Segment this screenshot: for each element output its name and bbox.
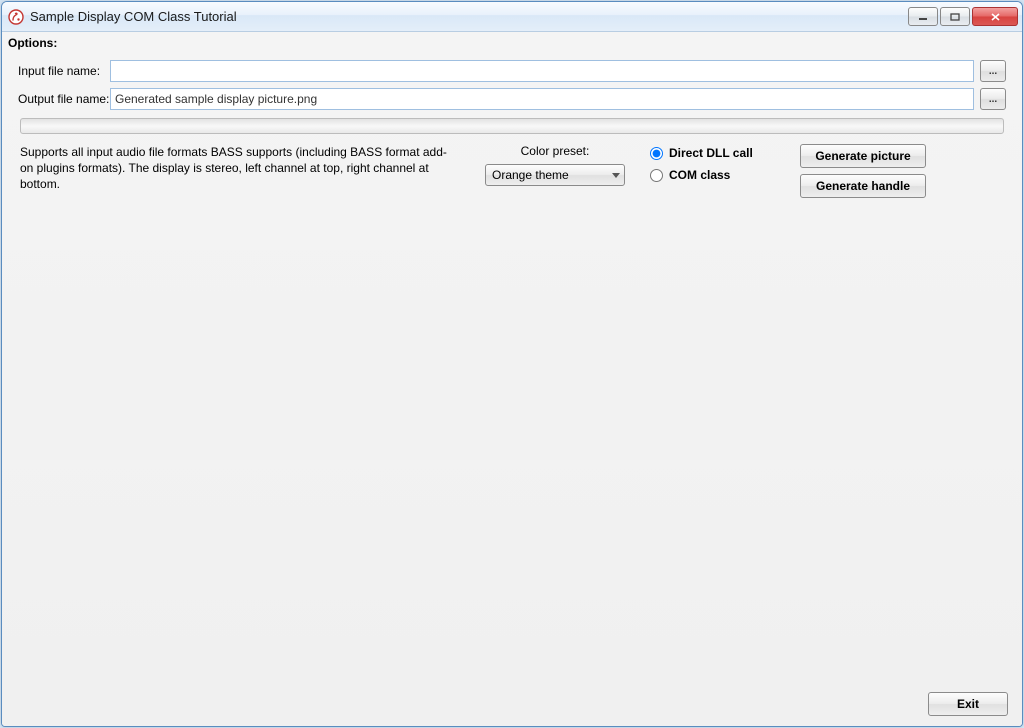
close-button[interactable]: [972, 7, 1018, 26]
output-file-field[interactable]: [110, 88, 974, 110]
call-mode-group: Direct DLL call COM class: [650, 144, 780, 198]
radio-direct-dll[interactable]: Direct DLL call: [650, 146, 780, 160]
color-preset-select-wrap: Orange theme: [485, 164, 625, 186]
input-file-field[interactable]: [110, 60, 974, 82]
radio-com-class[interactable]: COM class: [650, 168, 780, 182]
minimize-button[interactable]: [908, 7, 938, 26]
lower-section: Supports all input audio file formats BA…: [18, 144, 1006, 198]
generate-picture-button[interactable]: Generate picture: [800, 144, 926, 168]
input-browse-button[interactable]: ...: [980, 60, 1006, 82]
footer: Exit: [8, 688, 1016, 720]
color-preset-label: Color preset:: [521, 144, 590, 158]
options-panel: Input file name: ... Output file name: .…: [8, 56, 1016, 206]
app-icon: [8, 9, 24, 25]
color-preset-column: Color preset: Orange theme: [480, 144, 630, 198]
window-title: Sample Display COM Class Tutorial: [30, 9, 906, 24]
generate-handle-button[interactable]: Generate handle: [800, 174, 926, 198]
titlebar[interactable]: Sample Display COM Class Tutorial: [2, 2, 1022, 32]
output-file-row: Output file name: ...: [18, 88, 1006, 110]
action-button-column: Generate picture Generate handle: [800, 144, 926, 198]
window-controls: [906, 7, 1018, 26]
maximize-button[interactable]: [940, 7, 970, 26]
radio-direct-dll-input[interactable]: [650, 147, 663, 160]
exit-button[interactable]: Exit: [928, 692, 1008, 716]
input-file-label: Input file name:: [18, 64, 110, 78]
description-text: Supports all input audio file formats BA…: [20, 144, 460, 198]
radio-com-class-label: COM class: [669, 168, 730, 182]
radio-direct-dll-label: Direct DLL call: [669, 146, 753, 160]
content-area: Options: Input file name: ... Output fil…: [2, 32, 1022, 726]
radio-com-class-input[interactable]: [650, 169, 663, 182]
input-file-row: Input file name: ...: [18, 60, 1006, 82]
color-preset-select[interactable]: Orange theme: [485, 164, 625, 186]
output-browse-button[interactable]: ...: [980, 88, 1006, 110]
options-group-label: Options:: [8, 36, 1016, 50]
app-window: Sample Display COM Class Tutorial Option…: [1, 1, 1023, 727]
progress-bar: [20, 118, 1004, 134]
output-file-label: Output file name:: [18, 92, 110, 106]
